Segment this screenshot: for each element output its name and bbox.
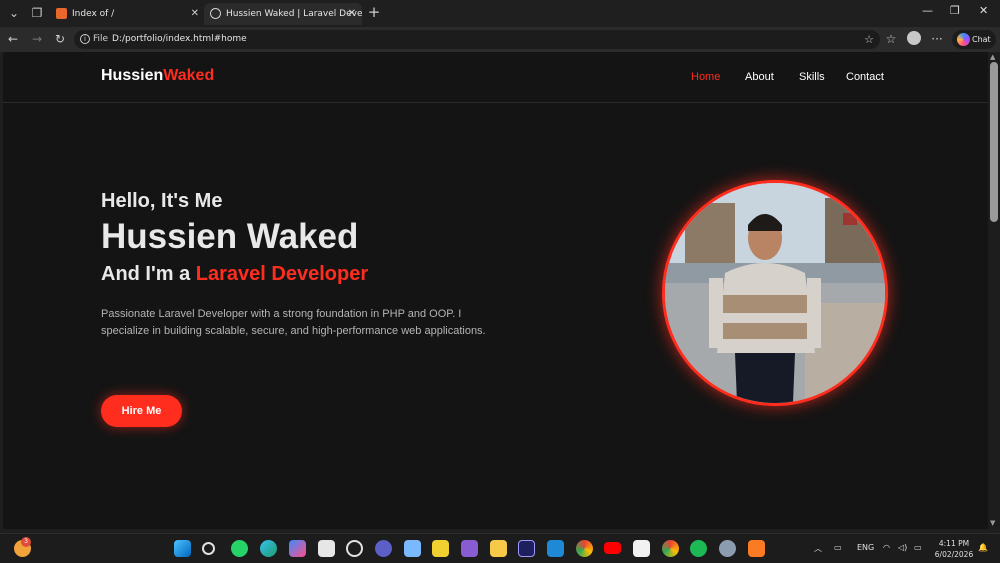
tray-overflow-icon[interactable]: ︿ <box>814 543 822 554</box>
whatsapp-icon[interactable] <box>231 540 248 557</box>
workspaces-icon[interactable]: ❐ <box>30 4 44 22</box>
system-clock[interactable]: 4:11 PM 6/02/2026 <box>934 538 974 560</box>
tab-title: Index of / <box>72 9 115 19</box>
tab-index[interactable]: Index of / ✕ <box>50 3 205 25</box>
profile-avatar[interactable] <box>907 31 921 45</box>
page-scrollbar[interactable]: ▲ ▼ <box>988 52 1000 529</box>
tab-title: Hussien Waked | Laravel Developer <box>226 9 362 19</box>
page-viewport: HussienWaked Home About Skills Contact H… <box>3 52 988 529</box>
battery-icon[interactable]: ▭ <box>914 543 922 552</box>
scroll-up-icon[interactable]: ▲ <box>990 53 995 61</box>
app-icon[interactable] <box>404 540 421 557</box>
site-header: HussienWaked Home About Skills Contact <box>3 52 988 103</box>
visual-studio-icon[interactable] <box>461 540 478 557</box>
language-indicator[interactable]: ENG <box>857 543 874 552</box>
maximize-icon[interactable]: ❐ <box>950 4 960 17</box>
address-toolbar: ← → ↻ i File D:/portfolio/index.html#hom… <box>0 27 1000 52</box>
spotify-icon[interactable] <box>690 540 707 557</box>
more-menu-icon[interactable]: ··· <box>930 30 944 48</box>
tab-portfolio[interactable]: Hussien Waked | Laravel Developer ✕ <box>204 3 362 25</box>
store-icon[interactable] <box>318 540 335 557</box>
hero-greeting: Hello, It's Me <box>101 190 223 212</box>
settings-icon[interactable] <box>719 540 736 557</box>
new-tab-icon[interactable]: + <box>367 3 381 21</box>
address-field[interactable]: i File D:/portfolio/index.html#home ☆ <box>74 30 880 49</box>
scheme-label: File <box>93 34 109 44</box>
refresh-icon[interactable]: ↻ <box>53 30 67 48</box>
copilot-icon[interactable] <box>289 540 306 557</box>
chat-label: Chat <box>972 35 991 44</box>
close-tab-icon[interactable]: ✕ <box>191 3 199 25</box>
tab-actions-chevron-icon[interactable]: ⌄ <box>6 4 22 22</box>
vscode-icon[interactable] <box>547 540 564 557</box>
file-explorer-icon[interactable] <box>490 540 507 557</box>
hire-me-button[interactable]: Hire Me <box>101 395 182 427</box>
nav-about[interactable]: About <box>745 71 774 83</box>
scroll-down-icon[interactable]: ▼ <box>990 519 995 527</box>
volume-icon[interactable]: ◁) <box>898 543 907 552</box>
youtube-icon[interactable] <box>604 542 621 554</box>
globe-favicon-icon <box>210 8 221 19</box>
role-prefix: And I'm a <box>101 263 191 285</box>
hero-name: Hussien Waked <box>101 217 359 256</box>
xampp-icon[interactable] <box>748 540 765 557</box>
profile-photo <box>662 180 888 406</box>
app-icon[interactable] <box>633 540 650 557</box>
wifi-icon[interactable]: ◠ <box>883 543 890 552</box>
hero-role: And I'm a Laravel Developer <box>101 263 368 286</box>
back-icon[interactable]: ← <box>6 30 20 48</box>
app-icon[interactable] <box>375 540 392 557</box>
close-tab-icon[interactable]: ✕ <box>348 3 356 25</box>
forward-icon[interactable]: → <box>30 30 44 48</box>
chrome-icon[interactable] <box>576 540 593 557</box>
copilot-logo-icon <box>957 33 970 46</box>
logo-first: Hussien <box>101 67 164 84</box>
logo-accent: Waked <box>163 67 215 84</box>
chatgpt-icon[interactable] <box>346 540 363 557</box>
edge-icon[interactable] <box>260 540 277 557</box>
browser-tab-strip: ⌄ ❐ Index of / ✕ Hussien Waked | Laravel… <box>0 0 1000 27</box>
nav-skills[interactable]: Skills <box>799 71 825 83</box>
favorite-star-icon[interactable]: ☆ <box>864 30 874 49</box>
close-window-icon[interactable]: ✕ <box>979 4 988 17</box>
notification-badge: 3 <box>21 537 31 547</box>
chrome-icon[interactable] <box>662 540 679 557</box>
minimize-icon[interactable]: — <box>922 4 933 17</box>
app-icon[interactable] <box>432 540 449 557</box>
scrollbar-thumb[interactable] <box>990 62 998 222</box>
xampp-favicon-icon <box>56 8 67 19</box>
hero-description: Passionate Laravel Developer with a stro… <box>101 308 486 337</box>
notifications-icon[interactable]: 🔔 <box>978 543 988 552</box>
info-icon[interactable]: i <box>80 34 90 44</box>
favorites-icon[interactable]: ☆ <box>884 30 898 48</box>
windows-taskbar: 3 ︿ ▭ ENG ◠ ◁) ▭ 4:11 PM 6/02/2026 🔔 <box>0 533 1000 563</box>
nav-contact[interactable]: Contact <box>846 71 884 83</box>
clock-time: 4:11 PM <box>938 539 970 548</box>
search-icon[interactable] <box>202 542 215 555</box>
tray-app-icon[interactable]: ▭ <box>834 543 842 552</box>
premiere-pro-icon[interactable] <box>518 540 535 557</box>
profile-photo-illustration <box>665 183 885 403</box>
role-accent: Laravel Developer <box>195 263 369 285</box>
start-icon[interactable] <box>174 540 191 557</box>
url-text[interactable]: D:/portfolio/index.html#home <box>112 30 247 49</box>
clock-date: 6/02/2026 <box>934 550 974 559</box>
site-logo[interactable]: HussienWaked <box>101 67 214 85</box>
nav-home[interactable]: Home <box>691 71 720 83</box>
copilot-chat-button[interactable]: Chat <box>952 30 996 49</box>
